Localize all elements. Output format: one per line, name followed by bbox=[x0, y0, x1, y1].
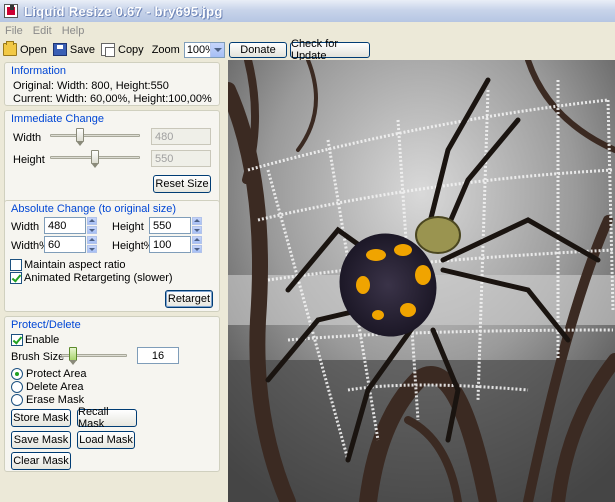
menu-help[interactable]: Help bbox=[62, 25, 85, 37]
title-bar: Liquid Resize 0.67 - bry695.jpg bbox=[0, 0, 615, 22]
chevron-down-icon[interactable] bbox=[210, 42, 224, 57]
save-label: Save bbox=[69, 43, 95, 56]
information-title: Information bbox=[11, 65, 67, 77]
copy-button[interactable]: Copy bbox=[101, 43, 144, 57]
spin-up-icon[interactable] bbox=[87, 217, 97, 225]
spin-down-icon[interactable] bbox=[192, 245, 202, 253]
open-label: Open bbox=[20, 43, 47, 56]
absolute-widthpct-spinner[interactable] bbox=[87, 236, 97, 253]
spin-up-icon[interactable] bbox=[192, 236, 202, 244]
control-panel: Information Original: Width: 800, Height… bbox=[4, 60, 224, 474]
absolute-change-group: Absolute Change (to original size) Width… bbox=[4, 200, 220, 312]
absolute-heightpct-spinner[interactable] bbox=[192, 236, 202, 253]
load-mask-button[interactable]: Load Mask bbox=[77, 431, 135, 449]
delete-area-radio[interactable] bbox=[11, 381, 23, 393]
image-canvas[interactable] bbox=[228, 60, 615, 502]
absolute-width-field[interactable]: 480 bbox=[44, 217, 86, 234]
information-group: Information Original: Width: 800, Height… bbox=[4, 62, 220, 106]
folder-open-icon bbox=[3, 41, 17, 56]
clear-mask-button[interactable]: Clear Mask bbox=[11, 452, 71, 470]
immediate-width-slider[interactable] bbox=[50, 134, 140, 137]
menu-file[interactable]: File bbox=[5, 25, 23, 37]
donate-button[interactable]: Donate bbox=[229, 42, 287, 58]
spin-up-icon[interactable] bbox=[87, 236, 97, 244]
current-size-text: Current: Width: 60,00%, Height:100,00% bbox=[13, 93, 212, 105]
immediate-change-title: Immediate Change bbox=[11, 113, 104, 125]
protect-delete-group: Protect/Delete Enable Brush Size 16 Prot… bbox=[4, 316, 220, 472]
erase-mask-label[interactable]: Erase Mask bbox=[26, 394, 84, 406]
app-icon[interactable] bbox=[4, 4, 18, 18]
absolute-heightpct-field[interactable]: 100 bbox=[149, 236, 191, 253]
maintain-aspect-label[interactable]: Maintain aspect ratio bbox=[24, 259, 126, 271]
spin-up-icon[interactable] bbox=[192, 217, 202, 225]
floppy-disk-icon bbox=[52, 43, 67, 56]
protect-area-label[interactable]: Protect Area bbox=[26, 368, 87, 380]
retarget-button[interactable]: Retarget bbox=[165, 290, 213, 308]
check-update-button[interactable]: Check for Update bbox=[290, 38, 370, 62]
enable-label[interactable]: Enable bbox=[25, 334, 59, 346]
enable-checkbox[interactable] bbox=[11, 334, 23, 346]
status-bar bbox=[0, 474, 228, 502]
immediate-height-label: Height bbox=[13, 154, 45, 166]
absolute-width-spinner[interactable] bbox=[87, 217, 97, 234]
animated-retargeting-checkbox[interactable] bbox=[10, 272, 22, 284]
copy-label: Copy bbox=[118, 43, 144, 56]
menu-edit[interactable]: Edit bbox=[33, 25, 52, 37]
absolute-change-title: Absolute Change (to original size) bbox=[11, 203, 177, 215]
protect-area-radio[interactable] bbox=[11, 368, 23, 380]
original-size-text: Original: Width: 800, Height:550 bbox=[13, 80, 169, 92]
brush-size-field[interactable]: 16 bbox=[137, 347, 179, 364]
absolute-height-label: Height bbox=[112, 221, 144, 233]
erase-mask-radio[interactable] bbox=[11, 394, 23, 406]
copy-icon bbox=[101, 43, 115, 57]
immediate-height-field[interactable]: 550 bbox=[151, 150, 211, 167]
absolute-heightpct-label: Height% bbox=[112, 240, 154, 252]
brush-size-slider-thumb[interactable] bbox=[69, 347, 77, 365]
immediate-width-label: Width bbox=[13, 132, 42, 144]
brush-size-label: Brush Size bbox=[11, 351, 65, 363]
store-mask-button[interactable]: Store Mask bbox=[11, 409, 71, 427]
zoom-label: Zoom bbox=[151, 43, 180, 56]
animated-retargeting-label[interactable]: Animated Retargeting (slower) bbox=[24, 272, 173, 284]
spin-down-icon[interactable] bbox=[87, 226, 97, 234]
spider-web-image bbox=[228, 60, 615, 502]
absolute-height-spinner[interactable] bbox=[192, 217, 202, 234]
delete-area-label[interactable]: Delete Area bbox=[26, 381, 83, 393]
save-button[interactable]: Save bbox=[52, 43, 95, 56]
spin-down-icon[interactable] bbox=[192, 226, 202, 234]
protect-delete-title: Protect/Delete bbox=[11, 319, 81, 331]
absolute-width-label: Width bbox=[11, 221, 40, 233]
save-mask-button[interactable]: Save Mask bbox=[11, 431, 71, 449]
open-button[interactable]: Open bbox=[3, 41, 47, 56]
immediate-height-slider-thumb[interactable] bbox=[91, 150, 99, 168]
window-title: Liquid Resize 0.67 - bry695.jpg bbox=[24, 3, 223, 19]
immediate-width-slider-thumb[interactable] bbox=[76, 128, 84, 146]
absolute-widthpct-field[interactable]: 60 bbox=[44, 236, 86, 253]
reset-size-button[interactable]: Reset Size bbox=[153, 175, 211, 193]
toolbar: Open Save Copy Zoom 100% bbox=[0, 40, 225, 59]
spin-down-icon[interactable] bbox=[87, 245, 97, 253]
recall-mask-button[interactable]: Recall Mask bbox=[77, 406, 137, 430]
maintain-aspect-checkbox[interactable] bbox=[10, 259, 22, 271]
zoom-select[interactable]: 100% bbox=[183, 41, 225, 58]
immediate-width-field[interactable]: 480 bbox=[151, 128, 211, 145]
absolute-height-field[interactable]: 550 bbox=[149, 217, 191, 234]
